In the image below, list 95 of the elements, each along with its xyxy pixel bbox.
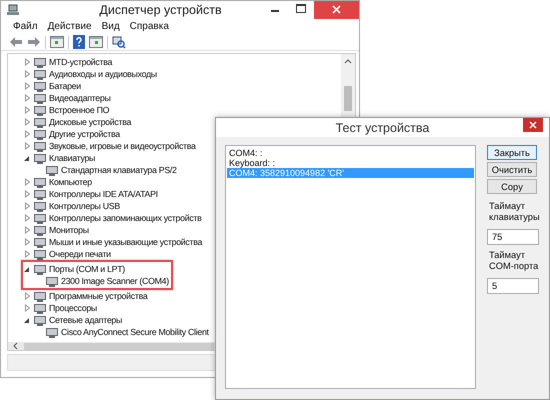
device-icon — [34, 116, 46, 128]
scrollbar-thumb[interactable] — [24, 342, 214, 350]
expand-arrow-icon[interactable] — [23, 82, 31, 90]
device-icon — [34, 236, 46, 248]
menu-item[interactable]: Вид — [102, 21, 120, 32]
tree-item[interactable]: Контроллеры USB — [49, 201, 120, 211]
collapse-arrow-icon[interactable] — [23, 316, 31, 324]
menu-item[interactable]: Файл — [13, 21, 38, 32]
tree-item[interactable]: Очереди печати — [49, 249, 111, 259]
device-icon — [46, 276, 58, 286]
tree-item[interactable]: Клавиатуры — [49, 153, 96, 163]
device-icon — [34, 290, 46, 302]
menu-item[interactable]: Действие — [48, 21, 92, 32]
expand-arrow-icon[interactable] — [23, 226, 31, 234]
window-title: Диспетчер устройств — [98, 3, 223, 17]
computer-icon — [7, 4, 19, 16]
dialog-title: Тест устройства — [336, 120, 430, 134]
panel-icon[interactable] — [89, 36, 103, 48]
dialog-button[interactable]: Очистить — [487, 162, 537, 177]
tree-item[interactable]: Стандартная клавиатура PS/2 — [61, 165, 177, 175]
expand-arrow-icon[interactable] — [23, 250, 31, 258]
expand-arrow-icon[interactable] — [23, 142, 31, 150]
tree-item[interactable]: Контроллеры IDE ATA/ATAPI — [49, 189, 158, 199]
expand-arrow-icon[interactable] — [23, 58, 31, 66]
input-field[interactable]: 5 — [487, 278, 539, 294]
tree-item[interactable]: Встроенное ПО — [49, 105, 110, 115]
scroll-left-icon[interactable] — [12, 342, 18, 350]
expand-arrow-icon[interactable] — [23, 292, 31, 300]
tree-item[interactable]: Другие устройства — [49, 129, 120, 139]
tree-item[interactable]: Cisco AnyConnect Secure Mobility Client — [61, 327, 209, 337]
expand-arrow-icon[interactable] — [23, 70, 31, 78]
tree-item[interactable]: Мыши и иные указывающие устройства — [49, 237, 202, 247]
device-icon — [34, 176, 46, 188]
tree-item[interactable]: Видеоадаптеры — [49, 93, 111, 103]
collapse-arrow-icon[interactable] — [23, 154, 31, 162]
device-icon — [34, 56, 46, 68]
tree-item[interactable]: 2300 Image Scanner (COM4) — [61, 276, 169, 286]
tree-item[interactable]: Порты (COM и LPT) — [49, 264, 125, 274]
tree-item[interactable]: Сетевые адаптеры — [49, 315, 122, 325]
expand-arrow-icon[interactable] — [23, 304, 31, 312]
device-icon — [34, 248, 46, 260]
menu-item[interactable]: Справка — [130, 21, 169, 32]
close-button[interactable] — [523, 118, 543, 132]
tree-item[interactable]: Программные устройства — [49, 291, 148, 301]
device-icon — [34, 188, 46, 200]
tree-item[interactable]: Мониторы — [49, 225, 89, 235]
log-list[interactable]: COM4: : Keyboard: : COM4: 3582910094982 'CR' — [225, 145, 476, 389]
device-icon — [34, 68, 46, 80]
tree-item[interactable]: Звуковые, игровые и видеоустройства — [49, 141, 196, 151]
scroll-up-icon[interactable] — [344, 58, 352, 64]
device-icon — [34, 302, 46, 314]
device-icon — [34, 152, 46, 164]
device-icon — [34, 224, 46, 236]
tree-item[interactable]: Дисковые устройства — [49, 117, 132, 127]
expand-arrow-icon[interactable] — [23, 238, 31, 246]
device-icon — [34, 140, 46, 152]
panel-icon[interactable] — [50, 36, 64, 48]
expand-arrow-icon[interactable] — [23, 190, 31, 198]
expand-arrow-icon[interactable] — [23, 178, 31, 186]
expand-arrow-icon[interactable] — [23, 106, 31, 114]
device-icon — [34, 314, 46, 326]
device-icon — [34, 264, 46, 274]
device-icon — [34, 128, 46, 140]
tree-item[interactable]: Аудиовходы и аудиовыходы — [49, 69, 157, 79]
scan-hardware-icon[interactable] — [112, 36, 126, 48]
expand-arrow-icon[interactable] — [23, 130, 31, 138]
back-arrow-icon[interactable] — [9, 36, 23, 48]
log-line[interactable]: Keyboard: : — [227, 158, 474, 168]
help-icon[interactable] — [73, 35, 85, 49]
device-icon — [46, 164, 58, 176]
collapse-arrow-icon[interactable] — [23, 265, 31, 273]
expand-arrow-icon[interactable] — [23, 94, 31, 102]
dialog-button[interactable]: Copy — [487, 179, 537, 194]
device-icon — [34, 212, 46, 224]
tree-item[interactable]: Батареи — [49, 81, 81, 91]
device-icon — [34, 104, 46, 116]
tree-item[interactable]: Процессоры — [49, 303, 97, 313]
close-button[interactable] — [314, 1, 359, 19]
expand-arrow-icon[interactable] — [23, 118, 31, 126]
device-icon — [34, 80, 46, 92]
expand-arrow-icon[interactable] — [23, 202, 31, 210]
scrollbar-thumb[interactable] — [344, 86, 352, 111]
tree-item[interactable]: MTD-устройства — [49, 57, 112, 67]
device-icon — [34, 200, 46, 212]
field-label: Таймаут COM-порта — [489, 250, 540, 272]
log-line[interactable]: COM4: : — [227, 148, 474, 158]
input-field[interactable]: 75 — [487, 229, 539, 245]
dialog-button[interactable]: Закрыть — [487, 145, 537, 160]
field-label: Таймаут клавиатуры — [489, 201, 541, 223]
expand-arrow-icon[interactable] — [23, 214, 31, 222]
tree-item[interactable]: Контроллеры запоминающих устройств — [49, 213, 202, 223]
forward-arrow-icon[interactable] — [27, 36, 41, 48]
tree-item[interactable]: Компьютер — [49, 177, 92, 187]
device-icon — [46, 326, 58, 338]
device-icon — [34, 92, 46, 104]
